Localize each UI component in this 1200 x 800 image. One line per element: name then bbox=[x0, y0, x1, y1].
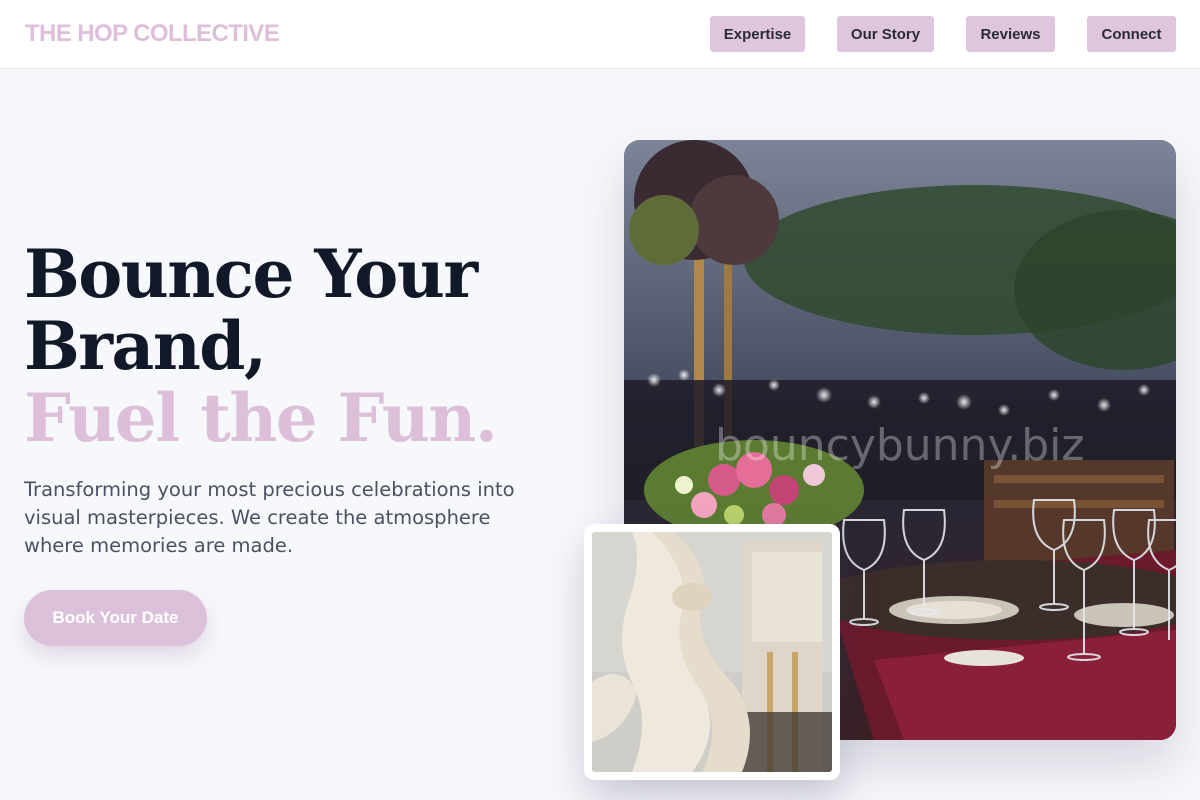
chair-sash-photo bbox=[592, 532, 832, 772]
headline-line-1: Bounce Your bbox=[24, 235, 478, 313]
nav-connect-button[interactable]: Connect bbox=[1087, 16, 1176, 52]
chair-sash-photo-frame bbox=[584, 524, 840, 780]
main-photo-watermark: bouncybunny.biz bbox=[715, 420, 1085, 471]
site-header: THE HOP COLLECTIVE Expertise Our Story R… bbox=[0, 0, 1200, 69]
hero-subtext: Transforming your most precious celebrat… bbox=[24, 478, 515, 557]
headline-accent: Fuel the Fun. bbox=[24, 379, 498, 457]
nav-our-story-button[interactable]: Our Story bbox=[837, 16, 934, 52]
chair-sash-illustration bbox=[592, 532, 832, 772]
brand-logo[interactable]: THE HOP COLLECTIVE bbox=[25, 20, 280, 48]
nav-reviews-button[interactable]: Reviews bbox=[966, 16, 1055, 52]
headline-line-2: Brand, bbox=[24, 307, 267, 385]
book-your-date-button[interactable]: Book Your Date bbox=[24, 590, 207, 646]
nav-expertise-button[interactable]: Expertise bbox=[710, 16, 805, 52]
hero-headline: Bounce Your Brand, Fuel the Fun. bbox=[24, 235, 498, 457]
